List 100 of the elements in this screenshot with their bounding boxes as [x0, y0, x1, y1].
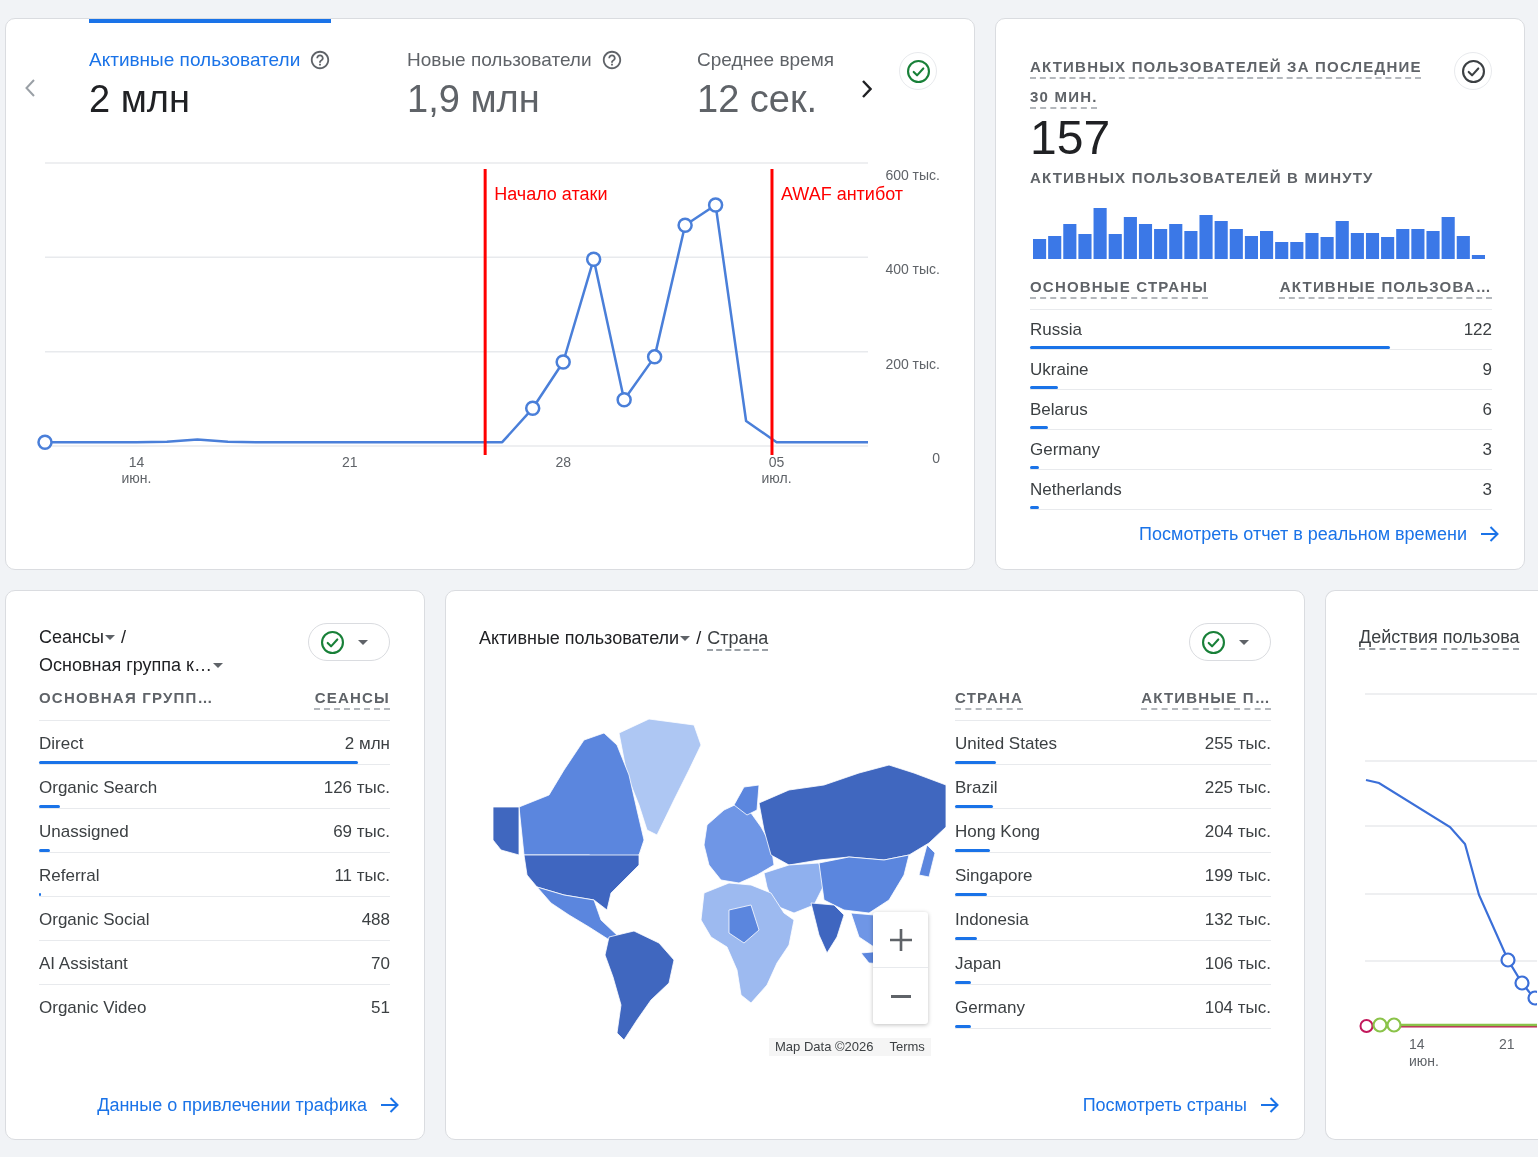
- row-value: 122: [1463, 319, 1492, 341]
- axis-label: 14 июн.: [121, 454, 152, 486]
- point-marker: [555, 354, 571, 370]
- row-value: 9: [1482, 359, 1492, 381]
- card-title: АКТИВНЫХ ПОЛЬЗОВАТЕЛЕЙ ЗА ПОСЛЕДНИЕ 30 МИН.: [1030, 57, 1423, 107]
- row-value: 488: [361, 909, 390, 931]
- row-value: 51: [371, 997, 390, 1019]
- row-value: 2 млн: [344, 733, 390, 755]
- axis-label: 05 июл.: [761, 454, 792, 486]
- metric-dropdown[interactable]: Сеансы: [39, 623, 115, 651]
- row-label: Russia: [1030, 319, 1082, 341]
- row-label: Organic Search: [39, 777, 158, 799]
- card-title: Действия пользова: [1359, 626, 1520, 649]
- caret-icon: [1239, 639, 1249, 645]
- row-label: Netherlands: [1030, 479, 1122, 501]
- plus-icon: [889, 928, 912, 951]
- arrow-right-icon: [1261, 1096, 1279, 1114]
- row-value: 225 тыс.: [1204, 777, 1271, 799]
- point-marker: [677, 217, 693, 233]
- column-header: СЕАНСЫ: [314, 688, 390, 708]
- title-separator: /: [696, 627, 702, 650]
- status-menu-button[interactable]: [308, 623, 390, 661]
- column-header: ОСНОВНЫЕ СТРАНЫ: [1030, 277, 1209, 297]
- axis-label: 21: [1499, 1036, 1515, 1053]
- row-value: 3: [1482, 439, 1492, 461]
- metric-dropdown[interactable]: Активные пользователи: [479, 624, 691, 652]
- row-label: Singapore: [955, 865, 1033, 887]
- chart-subtitle: АКТИВНЫХ ПОЛЬЗОВАТЕЛЕЙ В МИНУТУ: [1030, 168, 1374, 188]
- annotation-label: Начало атаки: [494, 184, 608, 204]
- check-circle-icon: [321, 630, 344, 654]
- column-header: СТРАНА: [955, 688, 1023, 708]
- column-header: ОСНОВНАЯ ГРУПП…: [39, 688, 214, 708]
- point-marker: [37, 434, 53, 450]
- row-value: 199 тыс.: [1204, 865, 1271, 887]
- caret-icon: [680, 635, 691, 641]
- row-label: Brazil: [955, 777, 998, 799]
- row-value: 70: [371, 953, 390, 975]
- point-marker: [646, 349, 663, 365]
- axis-label: 400 тыс.: [885, 261, 940, 278]
- metric-dropdown[interactable]: Основная группа к…: [39, 651, 223, 679]
- row-label: Japan: [955, 953, 1002, 975]
- axis-label: 200 тыс.: [885, 355, 940, 372]
- arrow-right-icon: [381, 1096, 399, 1114]
- row-value: 104 тыс.: [1204, 997, 1271, 1019]
- axis-label: 600 тыс.: [885, 167, 940, 183]
- annotation-label: AWAF антибот: [781, 184, 904, 204]
- title-separator: /: [120, 626, 126, 649]
- axis-label: 28: [555, 454, 571, 470]
- status-button[interactable]: [1454, 52, 1492, 90]
- countries-report-link[interactable]: Посмотреть страны: [1082, 1093, 1279, 1117]
- column-header: АКТИВНЫЕ ПОЛЬЗОВА…: [1279, 277, 1492, 297]
- row-label: Belarus: [1030, 399, 1088, 421]
- row-label: Direct: [39, 733, 84, 755]
- row-label: Indonesia: [955, 909, 1029, 931]
- minus-icon: [889, 994, 912, 998]
- metric-value: 157: [1030, 116, 1111, 160]
- axis-label: 21: [342, 454, 358, 470]
- row-label: Hong Kong: [955, 821, 1041, 843]
- row-value: 11 тыс.: [334, 865, 390, 887]
- row-label: Germany: [955, 997, 1025, 1019]
- check-circle-icon: [1202, 630, 1225, 654]
- row-label: United States: [955, 733, 1058, 755]
- row-label: Referral: [39, 865, 100, 887]
- row-value: 255 тыс.: [1204, 733, 1271, 755]
- row-value: 69 тыс.: [333, 821, 390, 843]
- chevron-left-icon: [25, 79, 35, 97]
- point-marker: [524, 400, 541, 416]
- row-label: Organic Social: [39, 909, 150, 931]
- row-value: 132 тыс.: [1204, 909, 1271, 931]
- chevron-right-icon: [862, 80, 872, 98]
- row-label: Organic Video: [39, 997, 147, 1019]
- check-circle-icon: [1461, 59, 1485, 83]
- status-button[interactable]: [899, 52, 937, 90]
- row-value: 106 тыс.: [1204, 953, 1271, 975]
- caret-icon: [358, 639, 368, 645]
- status-menu-button[interactable]: [1189, 623, 1271, 661]
- traffic-report-link[interactable]: Данные о привлечении трафика: [97, 1093, 399, 1117]
- arrow-right-icon: [1481, 525, 1499, 543]
- column-header: АКТИВНЫЕ П…: [1141, 688, 1271, 708]
- row-value: 6: [1482, 399, 1492, 421]
- row-label: AI Assistant: [39, 953, 128, 975]
- row-value: 204 тыс.: [1204, 821, 1271, 843]
- row-label: Ukraine: [1030, 359, 1089, 381]
- row-label: Unassigned: [39, 821, 129, 843]
- axis-label: 14 июн.: [1409, 1036, 1439, 1070]
- metric-tab[interactable]: Активные пользователи 2 млн: [89, 19, 332, 121]
- point-marker: [707, 197, 724, 213]
- map-attribution: Map Data ©2026: [775, 1038, 874, 1056]
- metric-tab[interactable]: Новые пользователи 1,9 млн: [407, 19, 623, 121]
- row-label: Germany: [1030, 439, 1100, 461]
- caret-icon: [104, 634, 115, 640]
- point-marker: [585, 251, 602, 267]
- row-value: 3: [1482, 479, 1492, 501]
- axis-label: 0: [932, 450, 940, 466]
- row-value: 126 тыс.: [323, 777, 390, 799]
- dimension-label: Страна: [707, 627, 769, 650]
- realtime-report-link[interactable]: Посмотреть отчет в реальном времени: [1139, 522, 1499, 546]
- metric-tab[interactable]: Среднее время 12 сек.: [697, 19, 834, 121]
- point-marker: [616, 392, 632, 408]
- terms-link[interactable]: Terms: [889, 1038, 925, 1056]
